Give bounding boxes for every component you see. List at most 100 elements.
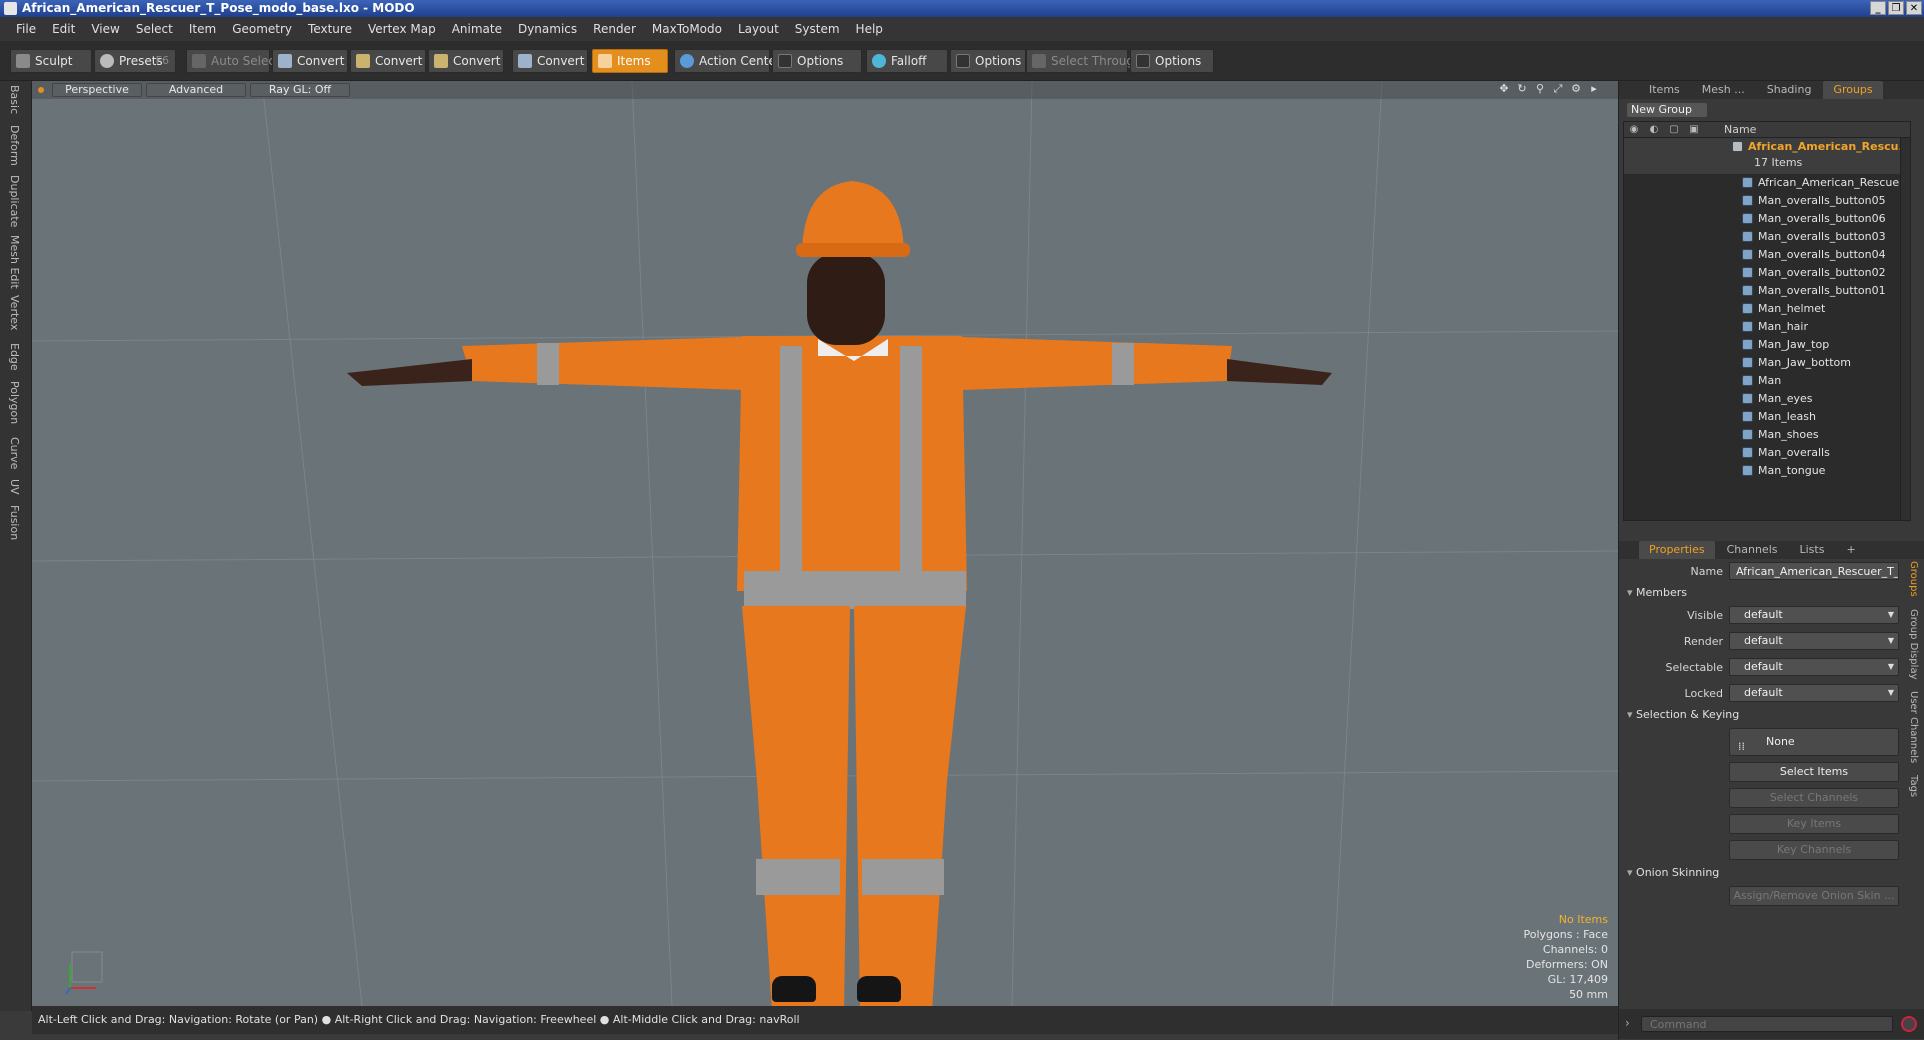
list-item[interactable]: Man_shoes (1624, 426, 1910, 444)
lock-icon[interactable]: ▣ (1688, 124, 1700, 136)
close-button[interactable]: ✕ (1906, 1, 1922, 15)
menu-geometry[interactable]: Geometry (224, 17, 300, 41)
select-items-button[interactable]: Select Items (1729, 762, 1899, 782)
presets-button[interactable]: Presets F6 (94, 49, 176, 73)
list-item[interactable]: African_American_Rescuer ... (1624, 174, 1910, 192)
group-row[interactable]: African_American_Rescu... 17 Items (1624, 138, 1910, 174)
list-item[interactable]: Man_overalls (1624, 444, 1910, 462)
list-item[interactable]: Man_leash (1624, 408, 1910, 426)
tab-basic[interactable]: Basic (8, 85, 21, 114)
menu-select[interactable]: Select (128, 17, 181, 41)
list-item[interactable]: Man (1624, 372, 1910, 390)
key-items-button[interactable]: Key Items (1729, 814, 1899, 834)
chevron-right-icon[interactable]: ▸ (1588, 83, 1600, 95)
options-button-3[interactable]: Options (1130, 49, 1214, 73)
menu-item[interactable]: Item (181, 17, 224, 41)
menu-vertex-map[interactable]: Vertex Map (360, 17, 444, 41)
side-tab-user-channels[interactable]: User Channels (1908, 691, 1919, 763)
list-item[interactable]: Man_overalls_button03 (1624, 228, 1910, 246)
tree-scrollbar[interactable] (1900, 138, 1910, 520)
options-button-1[interactable]: Options (772, 49, 862, 73)
select-through-button[interactable]: Select Through (1026, 49, 1142, 73)
menu-dynamics[interactable]: Dynamics (510, 17, 585, 41)
new-group-button[interactable]: New Group (1627, 103, 1707, 117)
convert-button-1[interactable]: Convert (272, 49, 348, 73)
viewport-menu-icon[interactable] (38, 87, 44, 93)
list-item[interactable]: Man_tongue (1624, 462, 1910, 480)
minimize-button[interactable]: _ (1870, 1, 1886, 15)
menu-edit[interactable]: Edit (44, 17, 83, 41)
selection-set-button[interactable]: ⁞⁞ None (1729, 728, 1899, 756)
menu-render[interactable]: Render (585, 17, 644, 41)
view-type-button[interactable]: Perspective (52, 83, 142, 97)
assign-onion-skin-button[interactable]: Assign/Remove Onion Skin ... (1729, 886, 1899, 906)
eye-icon[interactable]: ◉ (1628, 124, 1640, 136)
fit-view-icon[interactable]: ⤢ (1552, 83, 1564, 95)
members-section[interactable]: Members (1627, 586, 1687, 599)
menu-view[interactable]: View (83, 17, 127, 41)
menu-help[interactable]: Help (848, 17, 891, 41)
menu-maxtomodo[interactable]: MaxToModo (644, 17, 730, 41)
raygl-button[interactable]: Ray GL: Off (250, 83, 350, 97)
move-view-icon[interactable]: ✥ (1498, 83, 1510, 95)
list-item[interactable]: Man_eyes (1624, 390, 1910, 408)
list-item[interactable]: Man_Jaw_top (1624, 336, 1910, 354)
menu-texture[interactable]: Texture (300, 17, 360, 41)
convert-button-3[interactable]: Convert (428, 49, 504, 73)
tab-groups[interactable]: Groups (1823, 81, 1883, 99)
rescuer-figure[interactable] (347, 181, 1332, 1006)
menu-file[interactable]: File (8, 17, 44, 41)
auto-select-button[interactable]: Auto Select (186, 49, 280, 73)
tab-edge[interactable]: Edge (8, 343, 21, 371)
selectable-dropdown[interactable]: default (1729, 658, 1899, 676)
convert-button-2[interactable]: Convert (350, 49, 426, 73)
tab-curve[interactable]: Curve (8, 437, 21, 469)
menu-layout[interactable]: Layout (730, 17, 787, 41)
list-item[interactable]: Man_Jaw_bottom (1624, 354, 1910, 372)
visible-dropdown[interactable]: default (1729, 606, 1899, 624)
onion-skinning-section[interactable]: Onion Skinning (1627, 866, 1719, 879)
list-item[interactable]: Man_overalls_button05 (1624, 192, 1910, 210)
select-icon[interactable]: ▢ (1668, 124, 1680, 136)
gear-icon[interactable]: ⚙ (1570, 83, 1582, 95)
tab-vertex[interactable]: Vertex (8, 295, 21, 330)
locked-dropdown[interactable]: default (1729, 684, 1899, 702)
command-input[interactable] (1641, 1016, 1893, 1032)
tab-shading[interactable]: Shading (1757, 81, 1822, 99)
list-item[interactable]: Man_overalls_button02 (1624, 264, 1910, 282)
list-item[interactable]: Man_overalls_button04 (1624, 246, 1910, 264)
selection-keying-section[interactable]: Selection & Keying (1627, 708, 1739, 721)
tab-duplicate[interactable]: Duplicate (8, 175, 21, 227)
tab-items[interactable]: Items (1639, 81, 1690, 99)
menu-system[interactable]: System (787, 17, 848, 41)
items-mode-button[interactable]: Items (592, 49, 668, 73)
render-icon[interactable]: ◐ (1648, 124, 1660, 136)
list-item[interactable]: Man_hair (1624, 318, 1910, 336)
side-tab-groups[interactable]: Groups (1908, 561, 1919, 597)
list-item[interactable]: Man_overalls_button01 (1624, 282, 1910, 300)
tab-fusion[interactable]: Fusion (8, 505, 21, 540)
record-macro-icon[interactable] (1901, 1016, 1917, 1032)
select-channels-button[interactable]: Select Channels (1729, 788, 1899, 808)
render-dropdown[interactable]: default (1729, 632, 1899, 650)
rotate-view-icon[interactable]: ↻ (1516, 83, 1528, 95)
list-item[interactable]: Man_overalls_button06 (1624, 210, 1910, 228)
key-channels-button[interactable]: Key Channels (1729, 840, 1899, 860)
tab-mesh[interactable]: Mesh ... (1692, 81, 1755, 99)
sculpt-button[interactable]: Sculpt (10, 49, 92, 73)
tab-uv[interactable]: UV (8, 479, 21, 495)
list-item[interactable]: Man_helmet (1624, 300, 1910, 318)
3d-viewport[interactable]: Perspective Advanced Ray GL: Off ✥ ↻ ⚲ ⤢… (32, 81, 1618, 1006)
maximize-button[interactable]: ❐ (1888, 1, 1904, 15)
menu-animate[interactable]: Animate (444, 17, 510, 41)
side-tab-tags[interactable]: Tags (1908, 775, 1919, 797)
tab-mesh-edit[interactable]: Mesh Edit (8, 235, 21, 289)
side-tab-group-display[interactable]: Group Display (1908, 609, 1919, 679)
options-button-2[interactable]: Options (950, 49, 1026, 73)
shading-mode-button[interactable]: Advanced (146, 83, 246, 97)
convert-button-4[interactable]: Convert (512, 49, 588, 73)
tab-polygon[interactable]: Polygon (8, 381, 21, 424)
name-field[interactable] (1729, 562, 1899, 580)
zoom-view-icon[interactable]: ⚲ (1534, 83, 1546, 95)
falloff-button[interactable]: Falloff (866, 49, 948, 73)
